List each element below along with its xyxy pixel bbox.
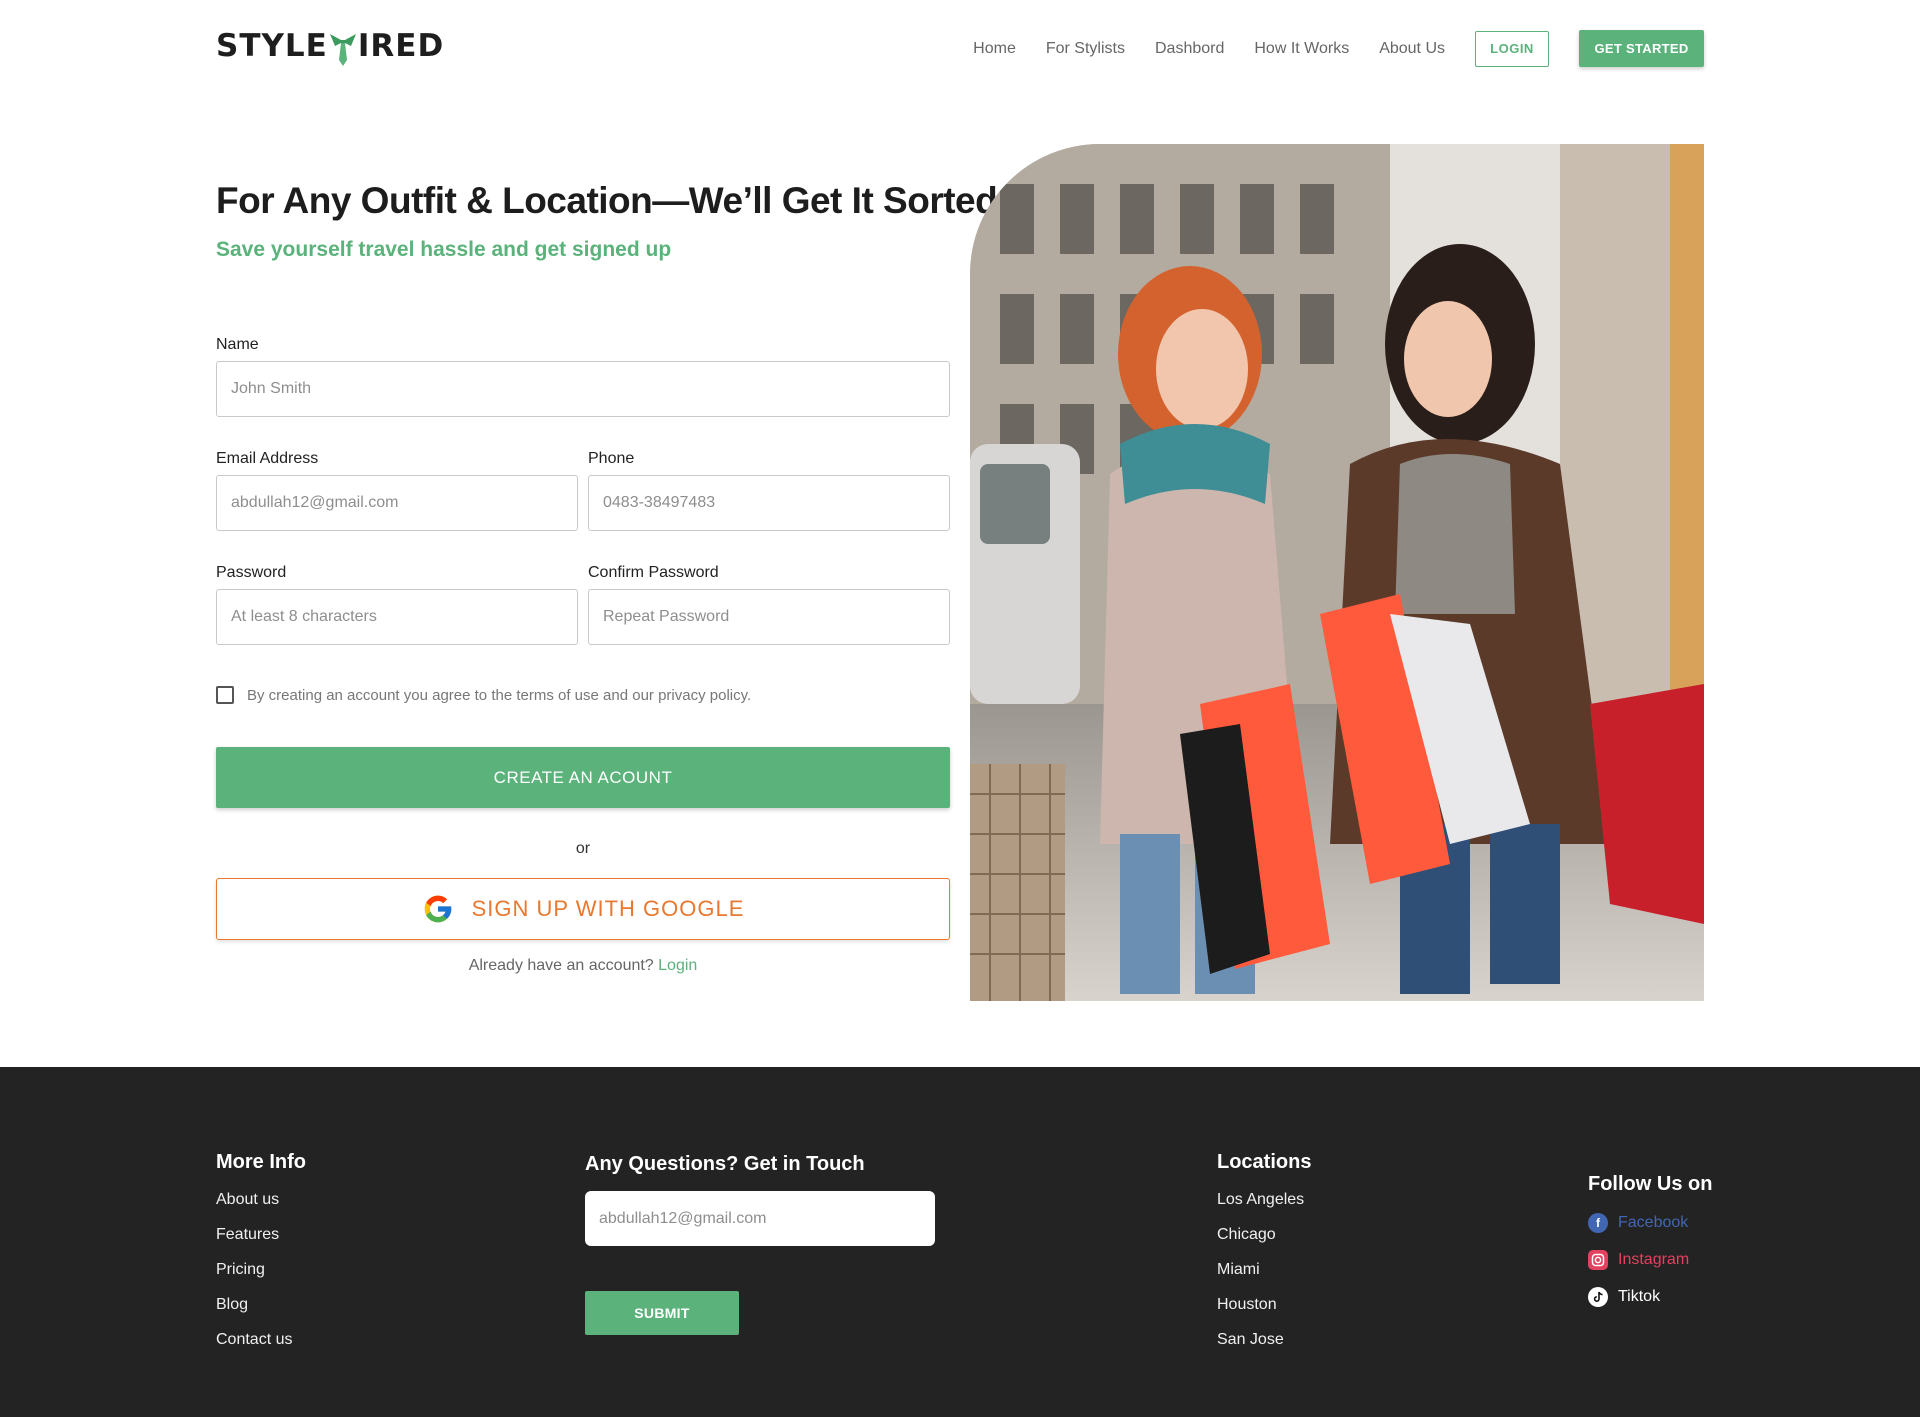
terms-text: By creating an account you agree to the … (247, 686, 752, 704)
shopping-friends-illustration (970, 144, 1704, 1001)
social-tiktok[interactable]: Tiktok (1588, 1287, 1712, 1307)
password-field[interactable] (216, 589, 578, 645)
brand-logo[interactable]: STYLE IRED (216, 24, 444, 68)
terms-checkbox[interactable] (216, 686, 234, 704)
footer-submit-button[interactable]: SUBMIT (585, 1291, 739, 1335)
social-facebook[interactable]: f Facebook (1588, 1213, 1712, 1233)
name-label: Name (216, 336, 259, 353)
confirm-password-label: Confirm Password (588, 564, 719, 581)
password-label: Password (216, 564, 287, 581)
name-field[interactable] (216, 361, 950, 417)
location-miami[interactable]: Miami (1217, 1261, 1311, 1279)
login-button[interactable]: LOGIN (1475, 30, 1549, 67)
brand-text-right: IRED (357, 28, 445, 64)
footer-contact: Any Questions? Get in Touch (585, 1153, 865, 1176)
google-signup-label: SIGN UP WITH GOOGLE (471, 896, 745, 921)
instagram-icon (1588, 1250, 1608, 1270)
footer-link-pricing[interactable]: Pricing (216, 1261, 306, 1279)
footer-link-features[interactable]: Features (216, 1226, 306, 1244)
phone-label: Phone (588, 450, 635, 467)
site-footer: More Info About us Features Pricing Blog… (0, 1067, 1920, 1417)
footer-link-about[interactable]: About us (216, 1191, 306, 1209)
google-icon (424, 895, 451, 923)
instagram-label: Instagram (1618, 1251, 1690, 1268)
main-nav: Home For Stylists Dashbord How It Works … (973, 30, 1704, 67)
or-divider: or (575, 840, 591, 857)
nav-how-it-works[interactable]: How It Works (1254, 40, 1349, 58)
nav-for-stylists[interactable]: For Stylists (1046, 40, 1125, 58)
tiktok-icon (1588, 1287, 1608, 1307)
social-instagram[interactable]: Instagram (1588, 1250, 1712, 1270)
footer-follow: Follow Us on f Facebook Instagram Tiktok (1588, 1173, 1712, 1307)
location-chicago[interactable]: Chicago (1217, 1226, 1311, 1244)
terms-row: By creating an account you agree to the … (216, 686, 751, 704)
footer-link-contact[interactable]: Contact us (216, 1331, 306, 1349)
locations-heading: Locations (1217, 1151, 1312, 1173)
create-account-button[interactable]: CREATE AN ACOUNT (216, 747, 950, 808)
nav-about-us[interactable]: About Us (1379, 40, 1445, 58)
brand-text-left: STYLE (216, 28, 328, 64)
footer-locations: Locations Los Angeles Chicago Miami Hous… (1217, 1151, 1311, 1349)
tiktok-label: Tiktok (1618, 1288, 1661, 1305)
phone-field[interactable] (588, 475, 950, 531)
more-info-heading: More Info (216, 1151, 306, 1173)
bow-tie-icon (329, 34, 356, 66)
follow-heading: Follow Us on (1588, 1173, 1713, 1195)
facebook-label: Facebook (1618, 1214, 1689, 1231)
hero-photo (970, 144, 1704, 1001)
email-field[interactable] (216, 475, 578, 531)
footer-email-field[interactable] (585, 1191, 935, 1246)
get-started-button[interactable]: GET STARTED (1579, 30, 1704, 67)
contact-heading: Any Questions? Get in Touch (585, 1153, 865, 1175)
site-header: STYLE IRED Home For Stylists Dashbord Ho… (0, 0, 1920, 100)
nav-dashboard[interactable]: Dashbord (1155, 40, 1224, 58)
already-account-row: Already have an account? Login (216, 957, 950, 975)
footer-link-blog[interactable]: Blog (216, 1296, 306, 1314)
already-account-text: Already have an account? (468, 957, 659, 974)
footer-more-info: More Info About us Features Pricing Blog… (216, 1151, 306, 1349)
google-signup-button[interactable]: SIGN UP WITH GOOGLE (216, 878, 950, 940)
location-houston[interactable]: Houston (1217, 1296, 1311, 1314)
location-los-angeles[interactable]: Los Angeles (1217, 1191, 1311, 1209)
confirm-password-field[interactable] (588, 589, 950, 645)
location-san-jose[interactable]: San Jose (1217, 1331, 1311, 1349)
page-subtitle: Save yourself travel hassle and get sign… (216, 238, 672, 261)
nav-home[interactable]: Home (973, 40, 1016, 58)
email-label: Email Address (216, 450, 319, 467)
page-title: For Any Outfit & Location—We’ll Get It S… (216, 180, 998, 221)
facebook-icon: f (1588, 1213, 1608, 1233)
login-link[interactable]: Login (658, 957, 697, 974)
